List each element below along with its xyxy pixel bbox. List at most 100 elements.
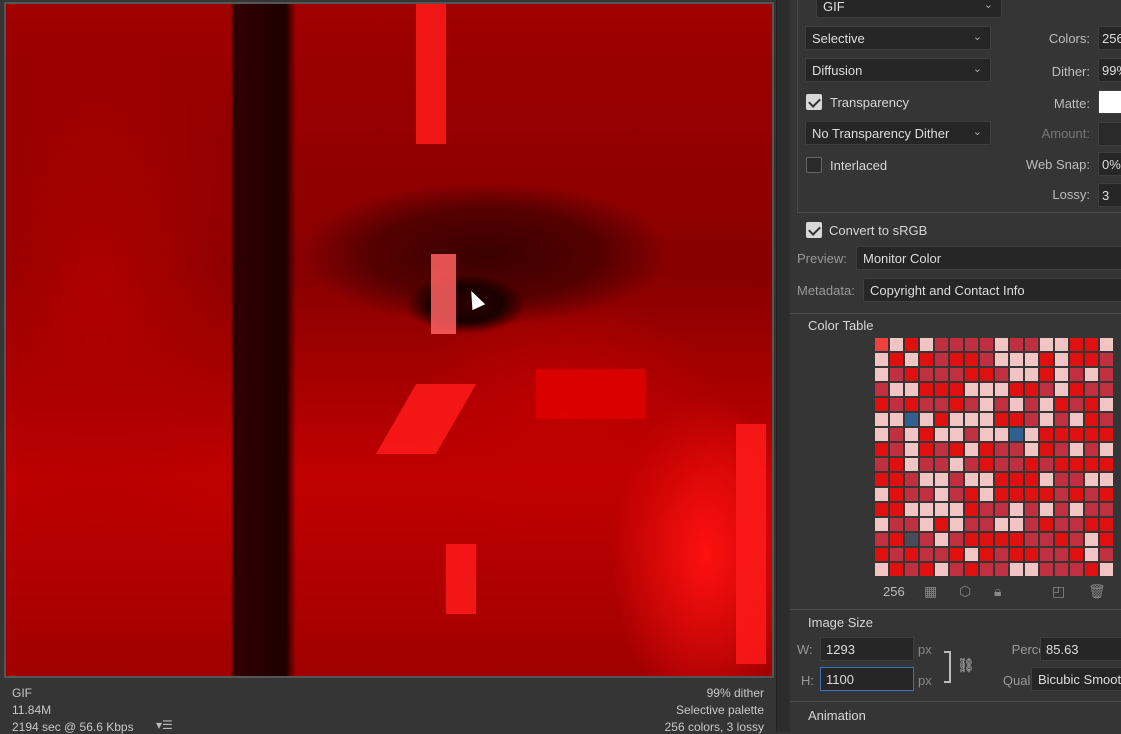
color-swatch[interactable]	[889, 382, 904, 397]
color-swatch[interactable]	[1099, 457, 1114, 472]
color-swatch[interactable]	[1084, 457, 1099, 472]
color-swatch[interactable]	[994, 517, 1009, 532]
color-swatch[interactable]	[1009, 457, 1024, 472]
color-swatch[interactable]	[874, 337, 889, 352]
color-swatch[interactable]	[1039, 442, 1054, 457]
color-swatch[interactable]	[1009, 382, 1024, 397]
color-swatch[interactable]	[919, 382, 934, 397]
color-swatch[interactable]	[1084, 337, 1099, 352]
color-swatch[interactable]	[904, 547, 919, 562]
color-swatch[interactable]	[1039, 352, 1054, 367]
web-snap-input[interactable]: 0%	[1098, 152, 1121, 176]
color-swatch[interactable]	[874, 397, 889, 412]
color-swatch[interactable]	[1084, 427, 1099, 442]
color-swatch[interactable]	[1024, 427, 1039, 442]
color-swatch[interactable]	[889, 487, 904, 502]
color-swatch[interactable]	[1009, 472, 1024, 487]
color-swatch[interactable]	[889, 472, 904, 487]
color-swatch[interactable]	[1069, 502, 1084, 517]
lock-color-icon[interactable]: 🔒︎	[994, 583, 1001, 600]
transparency-dither-select[interactable]: No Transparency Dither ⌄	[805, 121, 991, 145]
color-swatch[interactable]	[1024, 517, 1039, 532]
color-swatch[interactable]	[1054, 517, 1069, 532]
color-swatch[interactable]	[1069, 367, 1084, 382]
color-swatch[interactable]	[1069, 532, 1084, 547]
color-swatch[interactable]	[1099, 397, 1114, 412]
color-swatch[interactable]	[919, 457, 934, 472]
color-swatch[interactable]	[1039, 502, 1054, 517]
quality-select[interactable]: Bicubic Smooth	[1031, 667, 1121, 691]
color-swatch[interactable]	[1024, 382, 1039, 397]
color-swatch[interactable]	[994, 352, 1009, 367]
color-swatch[interactable]	[964, 547, 979, 562]
color-swatch[interactable]	[904, 442, 919, 457]
color-swatch[interactable]	[919, 562, 934, 577]
color-swatch[interactable]	[1039, 427, 1054, 442]
color-swatch[interactable]	[1084, 502, 1099, 517]
color-swatch[interactable]	[979, 382, 994, 397]
color-swatch[interactable]	[1009, 547, 1024, 562]
color-swatch[interactable]	[1099, 337, 1114, 352]
color-swatch[interactable]	[1024, 412, 1039, 427]
color-swatch[interactable]	[874, 382, 889, 397]
metadata-select[interactable]: Copyright and Contact Info	[863, 278, 1121, 302]
color-swatch[interactable]	[874, 487, 889, 502]
color-swatch[interactable]	[1069, 412, 1084, 427]
color-swatch[interactable]	[904, 382, 919, 397]
color-swatch[interactable]	[889, 517, 904, 532]
color-swatch[interactable]	[979, 337, 994, 352]
color-swatch[interactable]	[874, 517, 889, 532]
color-swatch[interactable]	[964, 532, 979, 547]
format-select[interactable]: GIF ⌄	[816, 0, 1002, 18]
color-swatch[interactable]	[1084, 397, 1099, 412]
color-swatch[interactable]	[889, 457, 904, 472]
color-swatch[interactable]	[1069, 352, 1084, 367]
color-swatch[interactable]	[1024, 457, 1039, 472]
color-swatch[interactable]	[934, 562, 949, 577]
color-swatch[interactable]	[949, 487, 964, 502]
color-swatch[interactable]	[1024, 547, 1039, 562]
color-swatch[interactable]	[979, 367, 994, 382]
color-swatch[interactable]	[889, 427, 904, 442]
color-swatch[interactable]	[1054, 442, 1069, 457]
color-swatch[interactable]	[889, 547, 904, 562]
color-swatch[interactable]	[994, 487, 1009, 502]
color-swatch[interactable]	[1054, 547, 1069, 562]
color-swatch[interactable]	[1039, 472, 1054, 487]
color-swatch[interactable]	[1054, 532, 1069, 547]
color-swatch[interactable]	[934, 487, 949, 502]
color-swatch[interactable]	[1054, 397, 1069, 412]
color-swatch[interactable]	[934, 547, 949, 562]
color-swatch[interactable]	[1069, 487, 1084, 502]
color-swatch[interactable]	[889, 502, 904, 517]
color-swatch[interactable]	[1054, 562, 1069, 577]
matte-color-swatch[interactable]	[1098, 90, 1121, 114]
color-swatch[interactable]	[1009, 502, 1024, 517]
color-swatch[interactable]	[904, 337, 919, 352]
color-swatch[interactable]	[874, 562, 889, 577]
color-swatch[interactable]	[1069, 337, 1084, 352]
color-swatch[interactable]	[1009, 517, 1024, 532]
height-input[interactable]: 1100	[820, 667, 914, 691]
color-swatch[interactable]	[949, 472, 964, 487]
color-swatch[interactable]	[1099, 532, 1114, 547]
color-swatch[interactable]	[1099, 502, 1114, 517]
color-swatch[interactable]	[874, 472, 889, 487]
color-swatch[interactable]	[949, 442, 964, 457]
color-swatch[interactable]	[1024, 367, 1039, 382]
color-swatch[interactable]	[889, 397, 904, 412]
color-swatch[interactable]	[1054, 382, 1069, 397]
color-swatch[interactable]	[1099, 517, 1114, 532]
color-swatch[interactable]	[1099, 412, 1114, 427]
color-swatch[interactable]	[1024, 502, 1039, 517]
color-swatch[interactable]	[964, 472, 979, 487]
color-swatch[interactable]	[1099, 352, 1114, 367]
color-swatch[interactable]	[1084, 517, 1099, 532]
color-swatch[interactable]	[904, 412, 919, 427]
color-swatch[interactable]	[889, 412, 904, 427]
color-swatch[interactable]	[1054, 502, 1069, 517]
color-swatch[interactable]	[979, 427, 994, 442]
color-swatch[interactable]	[1054, 352, 1069, 367]
delete-color-icon[interactable]: 🗑︎	[1088, 583, 1106, 600]
color-swatch[interactable]	[1054, 412, 1069, 427]
